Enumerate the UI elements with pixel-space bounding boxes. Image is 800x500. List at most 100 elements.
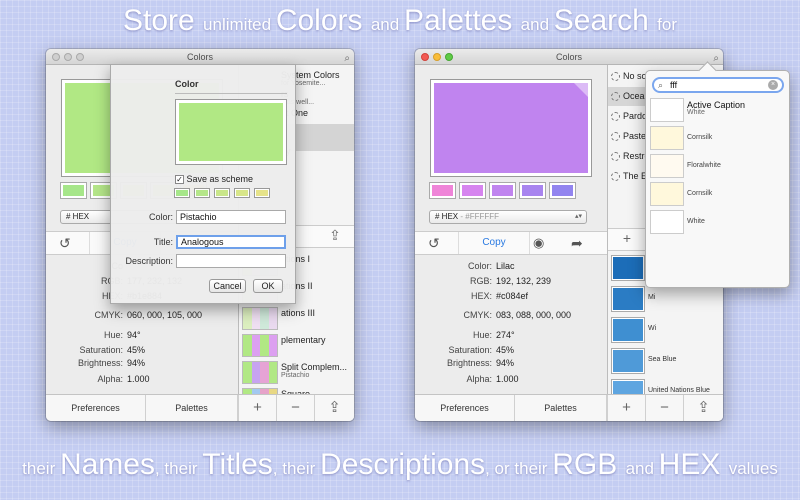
property-row: Brightness: 94% [46,358,238,370]
search-popover: ⌕ fff × Active Caption White Cornsilk Flora… [645,70,790,288]
color-list-swatch [612,256,644,280]
property-row: Hue: 274° [415,330,607,342]
property-row: RGB: 192, 132, 239 [415,276,607,288]
format-label: HEX [441,212,459,221]
headline-word: Colors [275,4,371,37]
headline-word: for [657,15,677,34]
color-list-item[interactable]: Mi [608,285,723,313]
search-result[interactable]: Floralwhite [650,154,787,182]
headline-word: RGB [552,448,626,481]
shade-swatch[interactable] [490,183,515,198]
property-value[interactable]: 192, 132, 239 [496,276,551,286]
property-value[interactable]: #c084ef [496,291,528,301]
thumb-stripe [268,362,277,383]
add-icon[interactable]: + [607,395,645,421]
property-row: CMYK: 083, 088, 000, 000 [415,310,607,322]
preferences-button[interactable]: Preferences [415,395,515,421]
color-list-swatch [612,287,644,311]
search-result[interactable]: Cornsilk [650,126,787,154]
cancel-button[interactable]: Cancel [209,279,246,293]
property-label: Brightness: [446,358,492,368]
scheme-swatch [215,189,229,197]
share-icon[interactable]: ⇪ [316,227,354,244]
property-value[interactable]: 45% [127,345,145,355]
color-swatch[interactable] [430,79,592,177]
magnifier-icon: ⌕ [658,80,664,90]
property-row: Saturation: 45% [46,345,238,357]
property-value[interactable]: 94° [127,330,141,340]
share-icon[interactable]: ⇪ [683,395,723,421]
result-swatch [650,210,684,234]
property-value[interactable]: 45% [496,345,514,355]
history-icon[interactable]: ↺ [428,235,440,252]
window-controls[interactable] [52,53,84,61]
eye-icon[interactable]: ◉ [533,235,544,251]
property-value[interactable]: 94% [496,358,514,368]
color-list-item[interactable]: Sea Blue [608,347,723,375]
result-swatch [650,126,684,150]
result-swatch [650,98,684,122]
window-title: Colors [186,52,213,62]
format-select[interactable]: # HEX - #FFFFFF ▴▾ [429,210,587,224]
title-field[interactable]: Analogous [176,235,286,249]
search-result[interactable]: White [650,210,787,238]
share-icon[interactable]: ⇪ [314,395,354,421]
shade-swatch[interactable] [430,183,455,198]
property-value[interactable]: 1.000 [496,374,519,384]
palette-item[interactable]: plementary [239,332,354,359]
preferences-button[interactable]: Preferences [46,395,146,421]
format-placeholder: - #FFFFFF [460,212,500,221]
property-value[interactable]: 083, 088, 000, 000 [496,310,571,320]
shade-swatch[interactable] [61,183,86,198]
save-as-scheme-checkbox[interactable]: ✓ Save as scheme [175,174,253,185]
search-result[interactable]: Active Caption White [650,98,787,126]
description-field[interactable] [176,254,286,268]
history-icon[interactable]: ↺ [59,235,71,252]
search-input[interactable]: ⌕ fff × [652,77,784,93]
search-result[interactable]: Cornsilk [650,182,787,210]
property-value[interactable]: 274° [496,330,515,340]
property-value[interactable]: 94% [127,358,145,368]
property-value[interactable]: Lilac [496,261,515,271]
remove-icon[interactable]: − [276,395,314,421]
sheet-color-swatch [175,99,287,165]
property-value[interactable]: 060, 000, 105, 000 [127,310,202,320]
add-icon[interactable]: + [238,395,276,421]
property-label: Brightness: [77,358,123,368]
headline-word: Search [553,4,658,37]
result-name: Floralwhite [687,162,721,169]
shade-swatch[interactable] [460,183,485,198]
property-row: Brightness: 94% [415,358,607,370]
shade-swatch[interactable] [520,183,545,198]
palettes-button[interactable]: Palettes [146,395,238,421]
sheet-title: Color [175,79,199,89]
forward-icon[interactable]: ➦ [571,235,583,252]
thumb-stripe [251,362,260,383]
property-value[interactable]: 1.000 [127,374,150,384]
color-list-swatch [612,318,644,342]
copy-button[interactable]: Copy [458,232,530,254]
palette-subtitle: Pistachio [281,372,310,379]
remove-icon[interactable]: − [645,395,683,421]
clear-icon[interactable]: × [768,80,778,90]
ok-button[interactable]: OK [253,279,283,293]
palette-icon [611,132,620,141]
thumb-stripe [268,308,277,329]
palette-icon [611,92,620,101]
add-icon[interactable]: + [608,230,646,246]
color-list-item[interactable]: Wi [608,316,723,344]
shade-swatch[interactable] [550,183,575,198]
property-label: CMYK: [463,310,492,320]
window-controls[interactable] [421,53,453,61]
palette-item[interactable]: ations III [239,305,354,332]
headline-word: and [625,459,659,478]
checkmark-icon[interactable]: ✓ [175,175,184,185]
property-label: Alpha: [466,374,492,384]
result-name: White [687,218,705,225]
palette-item[interactable]: Split Complem... Pistachio [239,359,354,386]
headline-word: HEX [658,448,729,481]
headline-word: Descriptions [320,448,486,481]
palette-name: Split Complem... [281,362,348,372]
color-name-field[interactable]: Pistachio [176,210,286,224]
palettes-button[interactable]: Palettes [515,395,607,421]
